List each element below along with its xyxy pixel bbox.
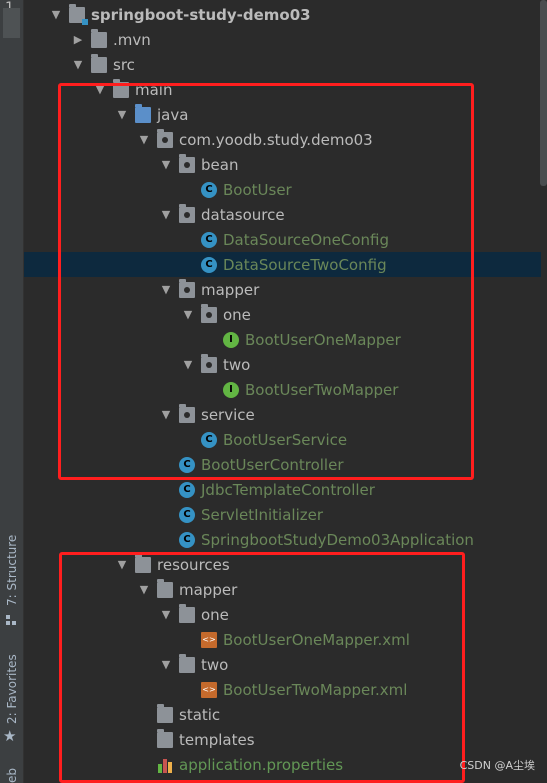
class-icon: C <box>179 506 195 523</box>
favorites-tool-tab[interactable]: 2: Favorites <box>5 654 19 724</box>
structure-icon <box>6 615 16 625</box>
module-folder-icon <box>69 3 88 25</box>
tool-window-sidebar: 1 7: Structure 2: Favorites ★ eb <box>0 0 24 783</box>
tree-row[interactable]: ▼ springboot-study-demo03 <box>24 2 541 27</box>
tree-item-label: .mvn <box>113 30 151 49</box>
tree-item-label: src <box>113 55 135 74</box>
highlight-box-java <box>58 83 474 480</box>
tree-item-label: SpringbootStudyDemo03Application <box>201 530 474 549</box>
chevron-down-icon[interactable]: ▼ <box>71 58 85 71</box>
tree-row[interactable]: C JdbcTemplateController <box>24 477 541 502</box>
tree-row[interactable]: ▼ src <box>24 52 541 77</box>
vertical-scrollbar[interactable] <box>540 0 547 186</box>
tree-item-label: JdbcTemplateController <box>201 480 375 499</box>
star-icon: ★ <box>3 727 17 745</box>
chevron-down-icon[interactable]: ▼ <box>49 8 63 21</box>
folder-icon <box>91 28 107 48</box>
bottom-tool-tab[interactable]: eb <box>5 768 19 783</box>
highlight-box-resources <box>59 552 465 783</box>
watermark: CSDN @A尘埃 <box>459 759 535 772</box>
tree-row[interactable]: ▶ .mvn <box>24 27 541 52</box>
tree-item-label: springboot-study-demo03 <box>91 5 311 24</box>
tree-item-label: ServletInitializer <box>201 505 324 524</box>
chevron-right-icon[interactable]: ▶ <box>71 33 85 46</box>
tree-row[interactable]: C ServletInitializer <box>24 502 541 527</box>
folder-icon <box>91 53 107 73</box>
class-icon: C <box>179 481 195 498</box>
structure-tool-tab[interactable]: 7: Structure <box>5 535 19 606</box>
tree-row[interactable]: C SpringbootStudyDemo03Application <box>24 527 541 552</box>
class-icon: C <box>179 531 195 548</box>
project-tool-button[interactable] <box>3 8 20 38</box>
